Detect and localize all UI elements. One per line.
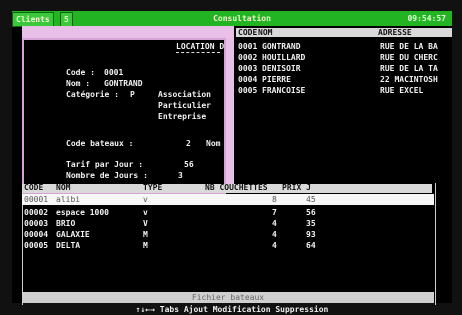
categorie-value[interactable]: P bbox=[130, 90, 135, 100]
clients-row-nom[interactable]: HOUILLARD bbox=[262, 53, 305, 63]
status-bar: Fichier bateaux bbox=[22, 292, 434, 303]
boats-row-type[interactable]: M bbox=[143, 230, 148, 240]
boats-row-couchettes[interactable]: 8 bbox=[272, 195, 277, 205]
bateaux-label: Code bateaux : bbox=[66, 139, 134, 148]
boats-col-prix: PRIX J bbox=[282, 183, 311, 192]
boats-col-code: CODE bbox=[24, 183, 44, 192]
code-label: Code : bbox=[66, 68, 95, 77]
categorie-label: Catégorie : bbox=[66, 90, 119, 99]
boats-row-nom[interactable]: DELTA bbox=[56, 241, 80, 251]
tab-count[interactable]: 5 bbox=[60, 12, 73, 27]
boats-row-prix[interactable]: 93 bbox=[306, 230, 316, 240]
boats-row-type[interactable]: V bbox=[143, 219, 148, 229]
boats-row-prix[interactable]: 35 bbox=[306, 219, 316, 229]
boats-row-nom[interactable]: alibi bbox=[56, 195, 80, 205]
boats-row-code[interactable]: 00004 bbox=[24, 230, 48, 240]
bateaux-value[interactable]: 2 bbox=[186, 139, 191, 149]
boats-row-nom[interactable]: BRIO bbox=[56, 219, 75, 229]
window-title: Consultation bbox=[213, 14, 271, 23]
jours-label: Nombre de Jours : bbox=[66, 171, 148, 180]
boats-row-type[interactable]: M bbox=[143, 241, 148, 251]
boats-row-couchettes[interactable]: 4 bbox=[272, 219, 277, 229]
function-key-bar[interactable]: ↑↓←→ Tabs Ajout Modification Suppression bbox=[12, 304, 452, 315]
nom-label: Nom : bbox=[66, 79, 91, 88]
detail-heading: LOCATION D bbox=[176, 42, 225, 51]
boats-row-code[interactable]: 00002 bbox=[24, 208, 48, 218]
bateaux-nom: Nom bbox=[206, 139, 221, 148]
tab-clients[interactable]: Clients bbox=[12, 12, 54, 27]
tarif-label: Tarif par Jour : bbox=[66, 160, 144, 169]
boats-col-couchettes: NB COUCHETTES bbox=[205, 183, 268, 192]
code-value[interactable]: 0001 bbox=[104, 68, 123, 78]
clients-col-nom: NOM bbox=[258, 28, 273, 37]
boats-selected-row-highlight bbox=[22, 194, 434, 205]
categorie-option-particulier[interactable]: Particulier bbox=[158, 101, 211, 111]
boats-col-type: TYPE bbox=[143, 183, 163, 192]
clients-row-nom[interactable]: FRANCOISE bbox=[262, 86, 305, 96]
clients-row-code[interactable]: 0003 bbox=[238, 64, 257, 74]
boats-row-couchettes[interactable]: 4 bbox=[272, 230, 277, 240]
boats-row-nom[interactable]: GALAXIE bbox=[56, 230, 90, 240]
clients-row-code[interactable]: 0005 bbox=[238, 86, 257, 96]
boats-row-prix[interactable]: 56 bbox=[306, 208, 316, 218]
boats-col-nom: NOM bbox=[56, 183, 71, 192]
boats-row-prix[interactable]: 45 bbox=[306, 195, 316, 205]
nom-value[interactable]: GONTRAND bbox=[104, 79, 143, 89]
jours-value[interactable]: 3 bbox=[178, 171, 183, 181]
heading-underline bbox=[176, 52, 220, 53]
clients-row-code[interactable]: 0002 bbox=[238, 53, 257, 63]
clients-row-nom[interactable]: DENISOIR bbox=[262, 64, 301, 74]
clock: 09:54:57 bbox=[407, 14, 446, 23]
clients-row-nom[interactable]: PIERRE bbox=[262, 75, 291, 85]
boats-row-couchettes[interactable]: 7 bbox=[272, 208, 277, 218]
boats-row-code[interactable]: 00003 bbox=[24, 219, 48, 229]
clients-row-adresse[interactable]: RUE DU CHERC bbox=[380, 53, 438, 63]
clients-col-adresse: ADRESSE bbox=[378, 28, 412, 37]
categorie-option-entreprise[interactable]: Entreprise bbox=[158, 112, 206, 122]
boats-row-code[interactable]: 00005 bbox=[24, 241, 48, 251]
tarif-value[interactable]: 56 bbox=[184, 160, 194, 170]
boats-row-couchettes[interactable]: 4 bbox=[272, 241, 277, 251]
categorie-option-association[interactable]: Association bbox=[158, 90, 211, 100]
boats-row-type[interactable]: v bbox=[143, 195, 148, 205]
title-bar: Clients 5 Consultation 09:54:57 bbox=[12, 11, 452, 27]
boats-row-prix[interactable]: 64 bbox=[306, 241, 316, 251]
boats-row-code[interactable]: 00001 bbox=[24, 195, 48, 205]
clients-col-code: CODE bbox=[238, 28, 258, 37]
clients-row-nom[interactable]: GONTRAND bbox=[262, 42, 301, 52]
detail-frame-top bbox=[22, 26, 224, 38]
clients-row-code[interactable]: 0004 bbox=[238, 75, 257, 85]
boats-row-nom[interactable]: espace 1000 bbox=[56, 208, 109, 218]
boats-row-type[interactable]: v bbox=[143, 208, 148, 218]
clients-row-adresse[interactable]: RUE EXCEL bbox=[380, 86, 423, 96]
clients-row-adresse[interactable]: 22 MACINTOSH bbox=[380, 75, 438, 85]
clients-row-adresse[interactable]: RUE DE LA TA bbox=[380, 64, 438, 74]
clients-row-adresse[interactable]: RUE DE LA BA bbox=[380, 42, 438, 52]
clients-row-code[interactable]: 0001 bbox=[238, 42, 257, 52]
